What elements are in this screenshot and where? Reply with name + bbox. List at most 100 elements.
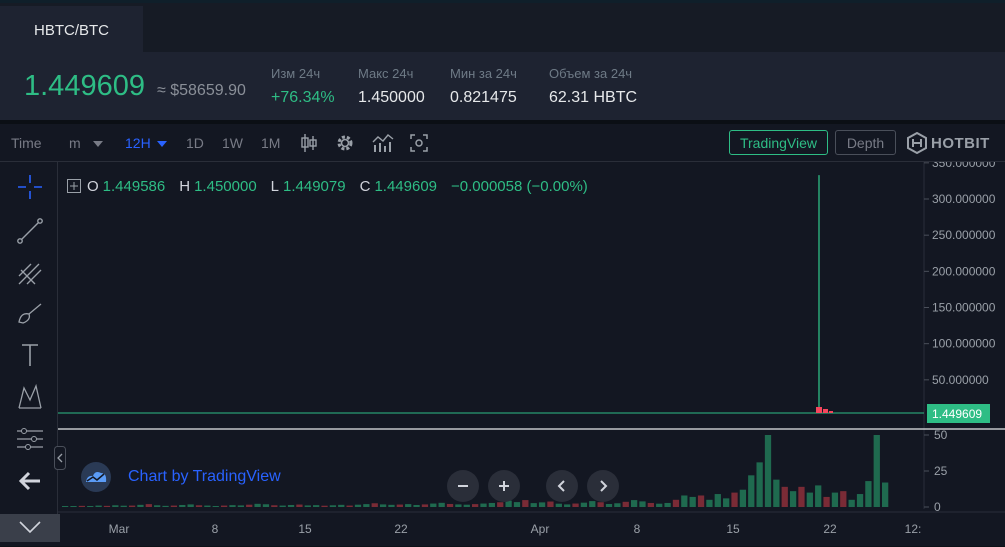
volume-bar xyxy=(689,496,696,507)
drawing-toolbar xyxy=(0,162,58,514)
volume-bar xyxy=(145,504,152,507)
measure-icon[interactable] xyxy=(15,424,45,454)
volume-bar xyxy=(572,503,579,507)
attribution-text: Chart by TradingView xyxy=(128,468,281,485)
volume-bar xyxy=(220,505,228,507)
volume-bar xyxy=(856,494,864,507)
price-tick-label: 150.000000 xyxy=(932,301,996,315)
volume-bar xyxy=(154,505,161,507)
volume-bar xyxy=(179,504,186,507)
interval-1w[interactable]: 1W xyxy=(222,135,243,151)
interval-12h-dropdown[interactable]: 12H xyxy=(125,135,167,151)
stat-change-label: Изм 24ч xyxy=(271,66,321,81)
stat-volume-label: Объем за 24ч xyxy=(549,66,633,81)
volume-bar xyxy=(580,502,588,507)
volume-bar xyxy=(396,504,403,507)
time-tick-label: 22 xyxy=(823,522,837,536)
stat-change-value: +76.34% xyxy=(271,89,335,106)
volume-bar xyxy=(162,505,169,507)
volume-bar xyxy=(388,504,395,507)
time-tick-label: 22 xyxy=(394,522,408,536)
volume-bar xyxy=(538,502,546,507)
volume-bar xyxy=(346,505,353,507)
tradingview-attribution[interactable]: Chart by TradingView xyxy=(78,462,281,492)
depth-button-label: Depth xyxy=(846,134,885,151)
volume-bar xyxy=(522,500,529,507)
volume-bar xyxy=(455,504,462,507)
time-label[interactable]: Time xyxy=(11,135,42,151)
volume-bar xyxy=(246,504,253,507)
price-tick-label: 100.000000 xyxy=(932,337,996,351)
volume-bar xyxy=(287,504,295,507)
pitchfork-icon[interactable] xyxy=(15,258,45,288)
volume-bar xyxy=(488,502,496,507)
depth-button[interactable]: Depth xyxy=(835,130,896,155)
price-tick-label: 50.000000 xyxy=(932,373,989,387)
back-arrow-icon[interactable] xyxy=(15,466,45,496)
stat-high-value: 1.450000 xyxy=(358,89,425,106)
time-tick-label: 8 xyxy=(212,522,219,536)
volume-bar xyxy=(413,504,420,507)
candles-icon[interactable] xyxy=(299,133,319,153)
volume-bar xyxy=(748,475,755,507)
text-tool-icon[interactable] xyxy=(15,340,45,370)
ohlc-open: 1.449586 xyxy=(102,178,166,195)
volume-bar xyxy=(421,504,429,507)
pattern-icon[interactable] xyxy=(15,382,45,412)
interval-1m[interactable]: 1M xyxy=(261,135,280,151)
plus-icon xyxy=(499,481,509,491)
volume-bar xyxy=(279,505,286,507)
volume-bar xyxy=(497,502,504,507)
candle-body xyxy=(829,411,833,413)
volume-bar xyxy=(296,504,303,507)
time-tick-label: 15 xyxy=(726,522,740,536)
volume-bar xyxy=(262,504,270,507)
volume-bar xyxy=(764,435,772,507)
minute-dropdown[interactable]: m xyxy=(69,135,103,151)
volume-tick-label: 50 xyxy=(934,428,948,442)
volume-bar xyxy=(589,501,596,507)
time-tick-label: Mar xyxy=(109,522,130,536)
volume-bar xyxy=(70,506,77,507)
hotbit-logo-text: HOTBIT xyxy=(931,134,990,152)
volume-bar xyxy=(513,502,521,507)
ohlc-close: 1.449609 xyxy=(374,178,438,195)
volume-bar xyxy=(187,504,194,507)
volume-bar xyxy=(195,505,203,507)
collapse-toolbar-button[interactable] xyxy=(0,514,60,542)
brush-icon[interactable] xyxy=(15,298,45,328)
volume-bar xyxy=(313,505,320,507)
scroll-right-button[interactable] xyxy=(587,470,619,502)
fiat-price: ≈ $58659.90 xyxy=(157,82,246,99)
volume-bar xyxy=(630,500,638,507)
volume-bar xyxy=(446,503,454,507)
volume-bar xyxy=(371,503,378,507)
volume-bar xyxy=(137,504,144,507)
stat-low-value: 0.821475 xyxy=(450,89,517,106)
last-price: 1.449609 xyxy=(24,70,145,102)
tradingview-button[interactable]: TradingView xyxy=(729,130,828,155)
zoom-in-button[interactable] xyxy=(488,470,520,502)
indicators-icon[interactable] xyxy=(372,133,394,153)
volume-bar xyxy=(547,501,554,507)
volume-tick-label: 25 xyxy=(934,464,948,478)
interval-1d[interactable]: 1D xyxy=(186,135,204,151)
volume-bar xyxy=(739,489,747,507)
tradingview-button-label: TradingView xyxy=(739,134,818,151)
hotbit-logo: HOTBIT xyxy=(906,132,990,154)
trend-line-icon[interactable] xyxy=(15,216,45,246)
volume-bar xyxy=(62,506,69,507)
stat-high-label: Макс 24ч xyxy=(358,66,414,81)
zoom-out-button[interactable] xyxy=(447,470,479,502)
scroll-left-button[interactable] xyxy=(546,470,578,502)
gear-icon[interactable] xyxy=(335,133,355,153)
volume-bar xyxy=(480,503,487,507)
volume-bar xyxy=(354,504,362,507)
tab-pair[interactable]: HBTC/BTC xyxy=(0,6,143,55)
ticker-header: 1.449609 ≈ $58659.90 Изм 24ч +76.34% Мак… xyxy=(0,52,1005,120)
volume-bar xyxy=(95,505,102,507)
collapse-legend-icon[interactable] xyxy=(67,179,81,193)
screenshot-icon[interactable] xyxy=(410,134,428,152)
chevron-down-icon xyxy=(92,141,103,147)
crosshair-icon[interactable] xyxy=(15,172,45,202)
